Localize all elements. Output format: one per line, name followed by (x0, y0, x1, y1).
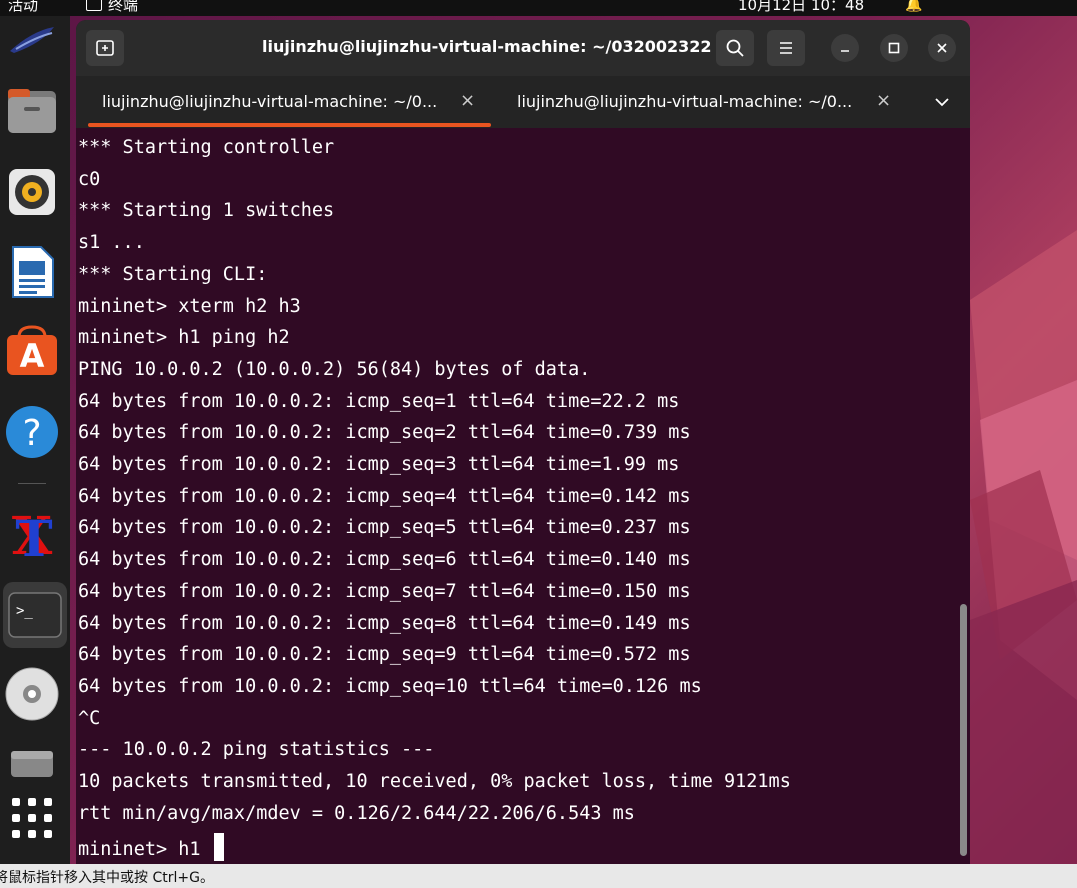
window-title: liujinzhu@liujinzhu-virtual-machine: ~/0… (262, 37, 712, 56)
dock-software-icon[interactable]: A (4, 322, 60, 378)
terminal-line: 64 bytes from 10.0.0.2: icmp_seq=3 ttl=6… (78, 454, 680, 475)
minimize-button[interactable] (831, 34, 859, 62)
menu-button[interactable] (767, 30, 805, 66)
app-menu[interactable]: 终端 (86, 0, 138, 13)
terminal-line: 64 bytes from 10.0.0.2: icmp_seq=10 ttl=… (78, 675, 702, 697)
activities-button[interactable]: 活动 (8, 0, 38, 13)
clock[interactable]: 10月12日 10：48 (738, 0, 864, 13)
dock-disc-icon[interactable] (4, 666, 60, 722)
top-bar: 活动 终端 10月12日 10：48 🔔 (0, 0, 1077, 16)
terminal-window: liujinzhu@liujinzhu-virtual-machine: ~/0… (76, 20, 970, 864)
terminal-line: *** Starting 1 switches (78, 200, 335, 222)
app-name: 终端 (108, 0, 139, 14)
terminal-line: 64 bytes from 10.0.0.2: icmp_seq=1 ttl=6… (78, 390, 680, 412)
terminal-line: 64 bytes from 10.0.0.2: icmp_seq=2 ttl=6… (78, 422, 691, 444)
chevron-down-icon (935, 98, 949, 107)
terminal-line: s1 ... (78, 232, 145, 254)
dock-thunderbird-icon[interactable] (4, 20, 60, 60)
dock-files-icon[interactable] (4, 82, 60, 138)
search-button[interactable] (716, 30, 754, 66)
svg-text:?: ? (22, 413, 41, 454)
terminal-line: c0 (78, 168, 101, 190)
tab-list-dropdown[interactable] (934, 94, 950, 114)
terminal-prompt[interactable]: mininet> h1 (78, 833, 224, 862)
close-icon (937, 43, 947, 53)
terminal-line: 64 bytes from 10.0.0.2: icmp_seq=6 ttl=6… (78, 549, 691, 571)
svg-text:A: A (20, 337, 45, 375)
terminal-line: 10 packets transmitted, 10 received, 0% … (78, 771, 791, 792)
terminal-line: mininet> h1 ping h2 (78, 327, 290, 349)
tab-close-icon[interactable]: × (876, 90, 891, 111)
dock-terminal-icon[interactable]: >_ (3, 582, 67, 648)
tab-1[interactable]: liujinzhu@liujinzhu-virtual-machine: ~/0… (76, 76, 491, 128)
title-bar: liujinzhu@liujinzhu-virtual-machine: ~/0… (76, 20, 970, 76)
terminal-line: PING 10.0.0.2 (10.0.0.2) 56(84) bytes of… (78, 358, 591, 380)
terminal-line: mininet> xterm h2 h3 (78, 295, 301, 317)
dock-separator (18, 483, 46, 484)
terminal-line: --- 10.0.0.2 ping statistics --- (78, 739, 435, 761)
terminal-line: 64 bytes from 10.0.0.2: icmp_seq=5 ttl=6… (78, 517, 691, 539)
tab-label: liujinzhu@liujinzhu-virtual-machine: ~/0… (102, 92, 438, 111)
terminal-line: *** Starting CLI: (78, 263, 268, 285)
maximize-icon (888, 42, 900, 54)
text-cursor (213, 833, 224, 862)
tab-close-icon[interactable]: × (460, 90, 475, 111)
terminal-line: 64 bytes from 10.0.0.2: icmp_seq=4 ttl=6… (78, 485, 691, 507)
close-button[interactable] (928, 34, 956, 62)
search-icon (726, 39, 744, 57)
terminal-line: 64 bytes from 10.0.0.2: icmp_seq=9 ttl=6… (78, 644, 691, 666)
hamburger-menu-icon (780, 42, 792, 54)
new-tab-icon (96, 40, 114, 56)
dock: A ? XT >_ (0, 16, 70, 864)
bell-icon[interactable]: 🔔 (905, 0, 922, 13)
terminal-line: 64 bytes from 10.0.0.2: icmp_seq=8 ttl=6… (78, 612, 691, 634)
tab-label: liujinzhu@liujinzhu-virtual-machine: ~/0… (517, 92, 853, 111)
terminal-line: *** Starting controller (78, 137, 335, 158)
status-text: 将鼠标指针移入其中或按 Ctrl+G。 (0, 870, 214, 886)
tab-2[interactable]: liujinzhu@liujinzhu-virtual-machine: ~/0… (492, 76, 906, 128)
show-apps-grid-icon[interactable] (4, 790, 60, 846)
dock-help-icon[interactable]: ? (4, 404, 60, 460)
minimize-icon (841, 50, 849, 52)
maximize-button[interactable] (880, 34, 908, 62)
new-tab-button[interactable] (86, 30, 124, 66)
svg-text:T: T (15, 509, 52, 562)
terminal-output[interactable]: *** Starting controller c0 *** Starting 1 … (76, 128, 970, 864)
dock-xterm-icon[interactable]: XT (4, 506, 60, 562)
prompt-text: mininet> h1 (78, 839, 212, 861)
terminal-line: 64 bytes from 10.0.0.2: icmp_seq=7 ttl=6… (78, 580, 691, 602)
terminal-app-icon (86, 0, 102, 11)
terminal-scrollbar[interactable] (960, 604, 967, 856)
svg-text:>_: >_ (16, 603, 33, 619)
dock-rhythmbox-icon[interactable] (4, 164, 60, 220)
tab-bar: liujinzhu@liujinzhu-virtual-machine: ~/0… (76, 76, 970, 128)
status-bar: 将鼠标指针移入其中或按 Ctrl+G。 (0, 864, 1077, 888)
active-tab-indicator (88, 123, 491, 127)
dock-writer-icon[interactable] (4, 244, 60, 300)
dock-drive-icon[interactable] (4, 742, 60, 782)
terminal-line: rtt min/avg/max/mdev = 0.126/2.644/22.20… (78, 802, 635, 824)
terminal-line: ^C (78, 707, 101, 729)
